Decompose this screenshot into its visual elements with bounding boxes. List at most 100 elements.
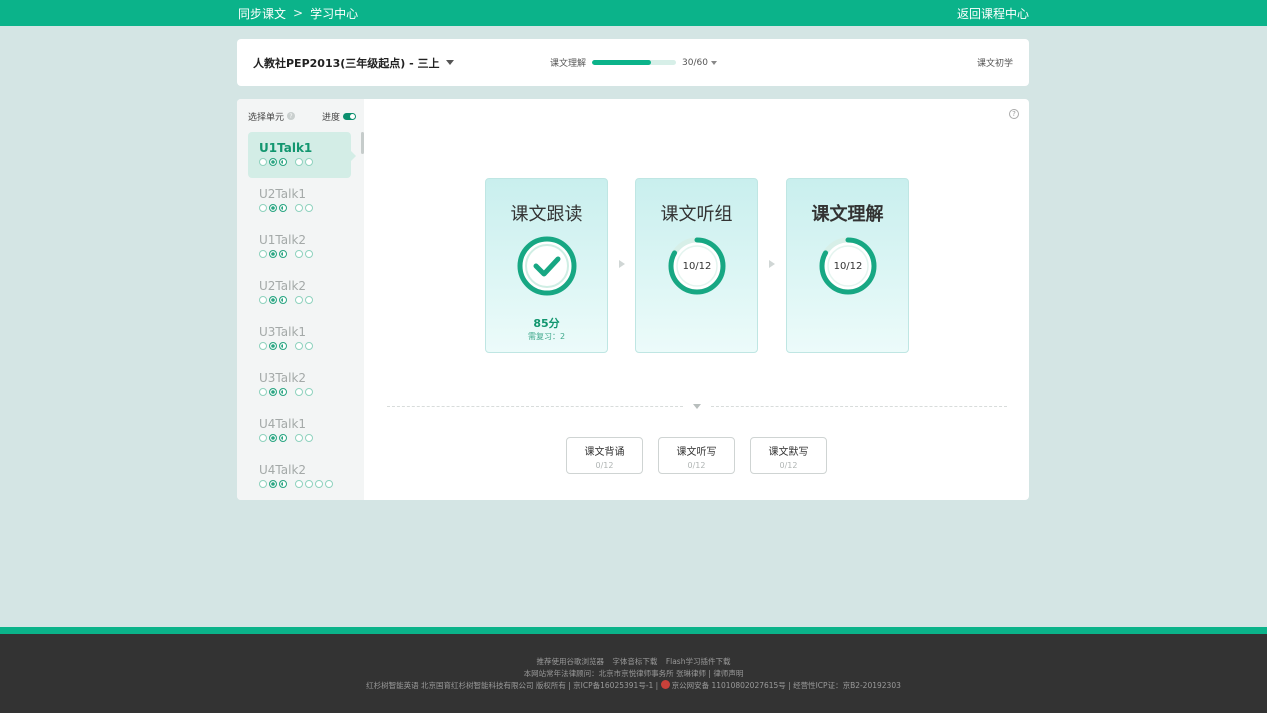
license-text: 京公网安备 11010802027615号 | 经营性ICP证：京B2-2019… bbox=[671, 681, 901, 690]
footer: 推荐使用谷歌浏览器 字体音标下载 Flash学习插件下载 本网站常年法律顾问：北… bbox=[0, 634, 1267, 713]
step-count: 10/12 bbox=[682, 260, 712, 272]
progress-dot-icon bbox=[259, 295, 267, 304]
progress-dot-icon bbox=[279, 157, 287, 166]
progress-dot-icon bbox=[279, 387, 287, 396]
progress-dot-icon bbox=[315, 479, 323, 488]
progress-dot-icon bbox=[295, 249, 303, 258]
progress-dot-icon bbox=[259, 157, 267, 166]
unit-item[interactable]: U4Talk1 bbox=[248, 408, 351, 454]
recite-button-label: 课文背诵 bbox=[584, 447, 625, 458]
silent-write-button-label: 课文默写 bbox=[768, 447, 809, 458]
progress-dot-icon bbox=[305, 249, 313, 258]
sidebar-header: 选择单元 ? 进度 bbox=[248, 109, 356, 123]
unit-item[interactable]: U4Talk2 bbox=[248, 454, 351, 500]
step-review-count: 需复习：2 bbox=[527, 332, 566, 341]
progress-count: 30/60 bbox=[682, 57, 708, 68]
unit-name: U3Talk1 bbox=[259, 325, 307, 339]
step-title: 课文理解 bbox=[811, 204, 884, 225]
unit-name: U2Talk1 bbox=[259, 187, 307, 201]
breadcrumb-learning-center: 学习中心 bbox=[310, 6, 359, 21]
unit-progress-dots bbox=[259, 249, 351, 258]
unit-progress-dots bbox=[259, 295, 351, 304]
progress-dot-icon bbox=[259, 433, 267, 442]
browser-recommend-link[interactable]: 推荐使用谷歌浏览器 bbox=[537, 657, 605, 666]
chevron-down-icon bbox=[445, 60, 454, 65]
font-download-link[interactable]: 字体音标下载 bbox=[612, 657, 657, 666]
progress-dot-icon bbox=[295, 387, 303, 396]
progress-dot-icon bbox=[279, 203, 287, 212]
dictation-button[interactable]: 课文听写 0/12 bbox=[658, 437, 735, 474]
step-card-comprehension[interactable]: 课文理解 10/12 bbox=[786, 178, 909, 353]
divider bbox=[711, 406, 1007, 407]
step-count: 10/12 bbox=[833, 260, 863, 272]
progress-count-dropdown[interactable]: 30/60 bbox=[682, 58, 717, 68]
unit-sidebar: 选择单元 ? 进度 U1Talk1 U2Talk1 U1Talk2 U2Talk2 U3… bbox=[237, 99, 364, 500]
progress-dot-icon bbox=[259, 479, 267, 488]
textbook-select[interactable]: 人教社PEP2013(三年级起点) - 三上 bbox=[253, 39, 454, 86]
unit-progress-dots bbox=[259, 387, 351, 396]
study-level: 课文初学 bbox=[976, 59, 1013, 69]
unit-item[interactable]: U3Talk1 bbox=[248, 316, 351, 362]
unit-list: U1Talk1 U2Talk1 U1Talk2 U2Talk2 U3Talk1 U3Tal… bbox=[248, 132, 356, 500]
dictation-button-count: 0/12 bbox=[687, 461, 706, 470]
progress-dot-icon bbox=[305, 157, 313, 166]
unit-progress-dots bbox=[259, 433, 351, 442]
recite-button[interactable]: 课文背诵 0/12 bbox=[566, 437, 643, 474]
overall-progress: 课文理解 30/60 bbox=[550, 39, 717, 86]
unit-item[interactable]: U2Talk2 bbox=[248, 270, 351, 316]
unit-item[interactable]: U2Talk1 bbox=[248, 178, 351, 224]
step-card-follow-read[interactable]: 课文跟读 85分 需复习：2 bbox=[485, 178, 608, 353]
footer-stripe bbox=[0, 627, 1267, 634]
unit-name: U1Talk2 bbox=[259, 233, 307, 247]
progress-dot-icon bbox=[269, 249, 277, 258]
progress-dot-icon bbox=[269, 433, 277, 442]
progress-dot-icon bbox=[325, 479, 333, 488]
progress-dot-icon bbox=[305, 341, 313, 350]
dictation-button-label: 课文听写 bbox=[676, 447, 717, 458]
progress-dot-icon bbox=[279, 479, 287, 488]
progress-dot-icon bbox=[259, 203, 267, 212]
unit-name: U4Talk2 bbox=[259, 463, 307, 477]
step-title: 课文听组 bbox=[660, 204, 733, 225]
progress-toggle-label: 进度 bbox=[321, 112, 340, 123]
flash-download-link[interactable]: Flash学习插件下载 bbox=[666, 657, 731, 666]
sidebar-scrollbar[interactable] bbox=[361, 132, 364, 154]
progress-dot-icon bbox=[279, 341, 287, 350]
help-icon[interactable]: ? bbox=[1009, 109, 1019, 119]
silent-write-button-count: 0/12 bbox=[779, 461, 798, 470]
unit-item[interactable]: U1Talk1 bbox=[248, 132, 356, 178]
textbook-name: 人教社PEP2013(三年级起点) - 三上 bbox=[253, 56, 440, 70]
progress-dot-icon bbox=[279, 249, 287, 258]
top-bar: 同步课文 > 学习中心 返回课程中心 bbox=[0, 0, 1267, 26]
unit-item[interactable]: U3Talk2 bbox=[248, 362, 351, 408]
unit-progress-dots bbox=[259, 341, 351, 350]
step-title: 课文跟读 bbox=[510, 204, 583, 225]
chevron-right-icon bbox=[769, 260, 775, 268]
progress-dot-icon bbox=[295, 433, 303, 442]
chevron-right-icon bbox=[619, 260, 625, 268]
progress-dot-icon bbox=[269, 157, 277, 166]
question-icon[interactable]: ? bbox=[287, 112, 296, 120]
step-score: 85分 bbox=[533, 317, 560, 330]
unit-name: U2Talk2 bbox=[259, 279, 307, 293]
progress-dot-icon bbox=[269, 203, 277, 212]
copyright-text: 红杉树智能英语 北京国育红杉树智能科技有限公司 版权所有 | 京ICP备1602… bbox=[366, 681, 659, 690]
progress-dot-icon bbox=[269, 387, 277, 396]
progress-bar-fill bbox=[592, 60, 651, 65]
unit-name: U1Talk1 bbox=[259, 141, 313, 155]
breadcrumb: 同步课文 > 学习中心 bbox=[238, 0, 358, 26]
back-to-course-center-link[interactable]: 返回课程中心 bbox=[957, 0, 1029, 26]
silent-write-button[interactable]: 课文默写 0/12 bbox=[750, 437, 827, 474]
progress-label: 课文理解 bbox=[550, 59, 587, 69]
breadcrumb-sync-text[interactable]: 同步课文 bbox=[238, 5, 286, 22]
unit-name: U3Talk2 bbox=[259, 371, 307, 385]
progress-dot-icon bbox=[269, 341, 277, 350]
select-unit-label: 选择单元 bbox=[248, 112, 285, 123]
progress-toggle[interactable] bbox=[343, 112, 356, 120]
step-card-listen[interactable]: 课文听组 10/12 bbox=[635, 178, 758, 353]
progress-dot-icon bbox=[259, 249, 267, 258]
progress-dot-icon bbox=[279, 433, 287, 442]
chevron-down-icon bbox=[693, 404, 701, 409]
progress-dot-icon bbox=[305, 433, 313, 442]
unit-item[interactable]: U1Talk2 bbox=[248, 224, 351, 270]
